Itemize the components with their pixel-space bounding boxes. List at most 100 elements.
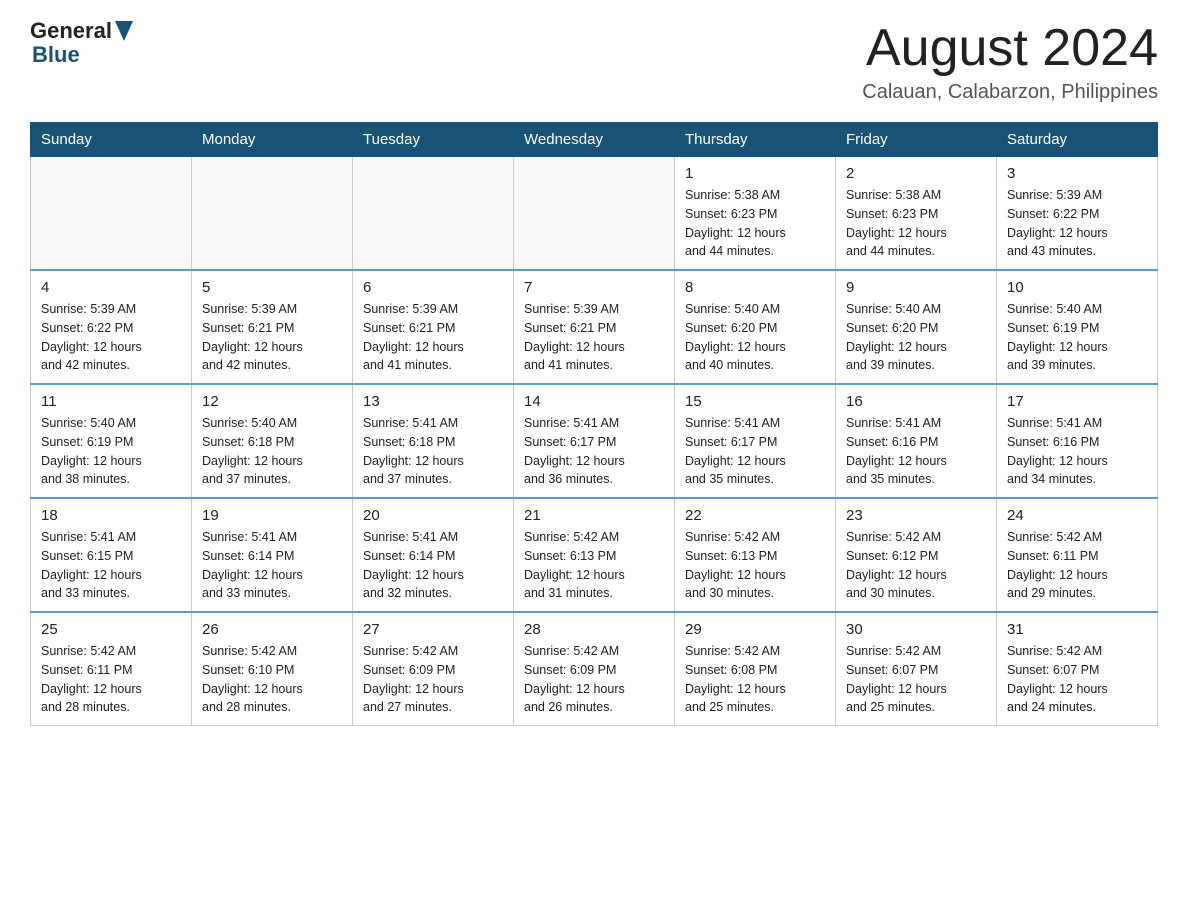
day-number: 21 [524,507,664,524]
day-info: Sunrise: 5:39 AM Sunset: 6:21 PM Dayligh… [363,300,503,375]
calendar-day-cell: 18 Sunrise: 5:41 AM Sunset: 6:15 PM Dayli… [31,498,192,612]
page-header: General Blue August 2024 Calauan, Calaba… [30,20,1158,104]
day-number: 20 [363,507,503,524]
day-number: 14 [524,393,664,410]
calendar-day-cell: 20 Sunrise: 5:41 AM Sunset: 6:14 PM Dayli… [353,498,514,612]
calendar-day-cell: 25 Sunrise: 5:42 AM Sunset: 6:11 PM Dayli… [31,612,192,726]
day-number: 8 [685,279,825,296]
day-number: 16 [846,393,986,410]
calendar-day-cell: 5Sunrise: 5:39 AM Sunset: 6:21 PM Daylig… [192,270,353,384]
calendar-week-row: 4Sunrise: 5:39 AM Sunset: 6:22 PM Daylig… [31,270,1158,384]
day-info: Sunrise: 5:42 AM Sunset: 6:09 PM Dayligh… [524,642,664,717]
title-block: August 2024 Calauan, Calabarzon, Philipp… [862,20,1158,104]
calendar-day-cell: 10 Sunrise: 5:40 AM Sunset: 6:19 PM Dayli… [997,270,1158,384]
day-of-week-header: Sunday [31,123,192,157]
calendar-day-cell: 16 Sunrise: 5:41 AM Sunset: 6:16 PM Dayli… [836,384,997,498]
day-number: 31 [1007,621,1147,638]
day-number: 27 [363,621,503,638]
day-number: 24 [1007,507,1147,524]
calendar-day-cell: 12 Sunrise: 5:40 AM Sunset: 6:18 PM Dayli… [192,384,353,498]
day-info: Sunrise: 5:42 AM Sunset: 6:10 PM Dayligh… [202,642,342,717]
day-info: Sunrise: 5:39 AM Sunset: 6:22 PM Dayligh… [41,300,181,375]
calendar-day-cell: 7Sunrise: 5:39 AM Sunset: 6:21 PM Daylig… [514,270,675,384]
day-number: 30 [846,621,986,638]
calendar-day-cell: 23Sunrise: 5:42 AM Sunset: 6:12 PM Dayli… [836,498,997,612]
day-number: 12 [202,393,342,410]
day-number: 13 [363,393,503,410]
day-number: 6 [363,279,503,296]
day-info: Sunrise: 5:38 AM Sunset: 6:23 PM Dayligh… [685,186,825,261]
calendar-week-row: 18 Sunrise: 5:41 AM Sunset: 6:15 PM Dayli… [31,498,1158,612]
day-number: 1 [685,165,825,182]
calendar-day-cell: 6 Sunrise: 5:39 AM Sunset: 6:21 PM Daylig… [353,270,514,384]
logo-triangle-icon [115,21,133,41]
day-of-week-header: Tuesday [353,123,514,157]
day-info: Sunrise: 5:39 AM Sunset: 6:21 PM Dayligh… [524,300,664,375]
logo-general-text: General [30,20,112,42]
calendar-day-cell: 22 Sunrise: 5:42 AM Sunset: 6:13 PM Dayli… [675,498,836,612]
day-info: Sunrise: 5:42 AM Sunset: 6:08 PM Dayligh… [685,642,825,717]
calendar-day-cell: 24 Sunrise: 5:42 AM Sunset: 6:11 PM Dayli… [997,498,1158,612]
calendar-day-cell: 31 Sunrise: 5:42 AM Sunset: 6:07 PM Dayli… [997,612,1158,726]
calendar-day-cell: 9 Sunrise: 5:40 AM Sunset: 6:20 PM Daylig… [836,270,997,384]
calendar-week-row: 11Sunrise: 5:40 AM Sunset: 6:19 PM Dayli… [31,384,1158,498]
calendar-day-cell: 3 Sunrise: 5:39 AM Sunset: 6:22 PM Daylig… [997,157,1158,271]
day-info: Sunrise: 5:40 AM Sunset: 6:18 PM Dayligh… [202,414,342,489]
day-info: Sunrise: 5:40 AM Sunset: 6:20 PM Dayligh… [846,300,986,375]
day-info: Sunrise: 5:42 AM Sunset: 6:07 PM Dayligh… [1007,642,1147,717]
day-of-week-header: Wednesday [514,123,675,157]
day-info: Sunrise: 5:39 AM Sunset: 6:22 PM Dayligh… [1007,186,1147,261]
day-number: 23 [846,507,986,524]
day-info: Sunrise: 5:41 AM Sunset: 6:14 PM Dayligh… [202,528,342,603]
day-number: 9 [846,279,986,296]
day-of-week-header: Thursday [675,123,836,157]
calendar-day-cell: 17 Sunrise: 5:41 AM Sunset: 6:16 PM Dayli… [997,384,1158,498]
logo: General Blue [30,20,133,66]
calendar-day-cell: 8 Sunrise: 5:40 AM Sunset: 6:20 PM Daylig… [675,270,836,384]
day-number: 18 [41,507,181,524]
day-info: Sunrise: 5:42 AM Sunset: 6:11 PM Dayligh… [41,642,181,717]
day-number: 11 [41,393,181,410]
calendar-day-cell: 4Sunrise: 5:39 AM Sunset: 6:22 PM Daylig… [31,270,192,384]
calendar-day-cell: 2 Sunrise: 5:38 AM Sunset: 6:23 PM Daylig… [836,157,997,271]
day-info: Sunrise: 5:41 AM Sunset: 6:14 PM Dayligh… [363,528,503,603]
day-number: 17 [1007,393,1147,410]
calendar-day-cell [31,157,192,271]
calendar-day-cell: 29Sunrise: 5:42 AM Sunset: 6:08 PM Dayli… [675,612,836,726]
calendar-table: SundayMondayTuesdayWednesdayThursdayFrid… [30,122,1158,726]
day-info: Sunrise: 5:42 AM Sunset: 6:11 PM Dayligh… [1007,528,1147,603]
day-info: Sunrise: 5:41 AM Sunset: 6:15 PM Dayligh… [41,528,181,603]
day-info: Sunrise: 5:41 AM Sunset: 6:16 PM Dayligh… [846,414,986,489]
day-info: Sunrise: 5:42 AM Sunset: 6:13 PM Dayligh… [524,528,664,603]
calendar-week-row: 25 Sunrise: 5:42 AM Sunset: 6:11 PM Dayli… [31,612,1158,726]
day-info: Sunrise: 5:41 AM Sunset: 6:17 PM Dayligh… [524,414,664,489]
logo-blue-text: Blue [32,44,133,66]
calendar-day-cell: 1 Sunrise: 5:38 AM Sunset: 6:23 PM Daylig… [675,157,836,271]
calendar-day-cell: 14 Sunrise: 5:41 AM Sunset: 6:17 PM Dayli… [514,384,675,498]
day-number: 22 [685,507,825,524]
calendar-day-cell: 30Sunrise: 5:42 AM Sunset: 6:07 PM Dayli… [836,612,997,726]
day-of-week-header: Monday [192,123,353,157]
day-number: 26 [202,621,342,638]
calendar-day-cell: 13Sunrise: 5:41 AM Sunset: 6:18 PM Dayli… [353,384,514,498]
day-info: Sunrise: 5:42 AM Sunset: 6:09 PM Dayligh… [363,642,503,717]
day-info: Sunrise: 5:41 AM Sunset: 6:17 PM Dayligh… [685,414,825,489]
day-number: 3 [1007,165,1147,182]
day-info: Sunrise: 5:42 AM Sunset: 6:13 PM Dayligh… [685,528,825,603]
calendar-day-cell [192,157,353,271]
day-number: 25 [41,621,181,638]
day-info: Sunrise: 5:40 AM Sunset: 6:19 PM Dayligh… [1007,300,1147,375]
calendar-day-cell: 28Sunrise: 5:42 AM Sunset: 6:09 PM Dayli… [514,612,675,726]
day-of-week-header: Friday [836,123,997,157]
day-number: 19 [202,507,342,524]
day-info: Sunrise: 5:40 AM Sunset: 6:20 PM Dayligh… [685,300,825,375]
day-info: Sunrise: 5:38 AM Sunset: 6:23 PM Dayligh… [846,186,986,261]
calendar-day-cell: 26 Sunrise: 5:42 AM Sunset: 6:10 PM Dayli… [192,612,353,726]
day-number: 2 [846,165,986,182]
day-number: 10 [1007,279,1147,296]
calendar-header-row: SundayMondayTuesdayWednesdayThursdayFrid… [31,123,1158,157]
day-info: Sunrise: 5:41 AM Sunset: 6:16 PM Dayligh… [1007,414,1147,489]
calendar-day-cell: 27 Sunrise: 5:42 AM Sunset: 6:09 PM Dayli… [353,612,514,726]
calendar-day-cell: 15Sunrise: 5:41 AM Sunset: 6:17 PM Dayli… [675,384,836,498]
calendar-day-cell [353,157,514,271]
